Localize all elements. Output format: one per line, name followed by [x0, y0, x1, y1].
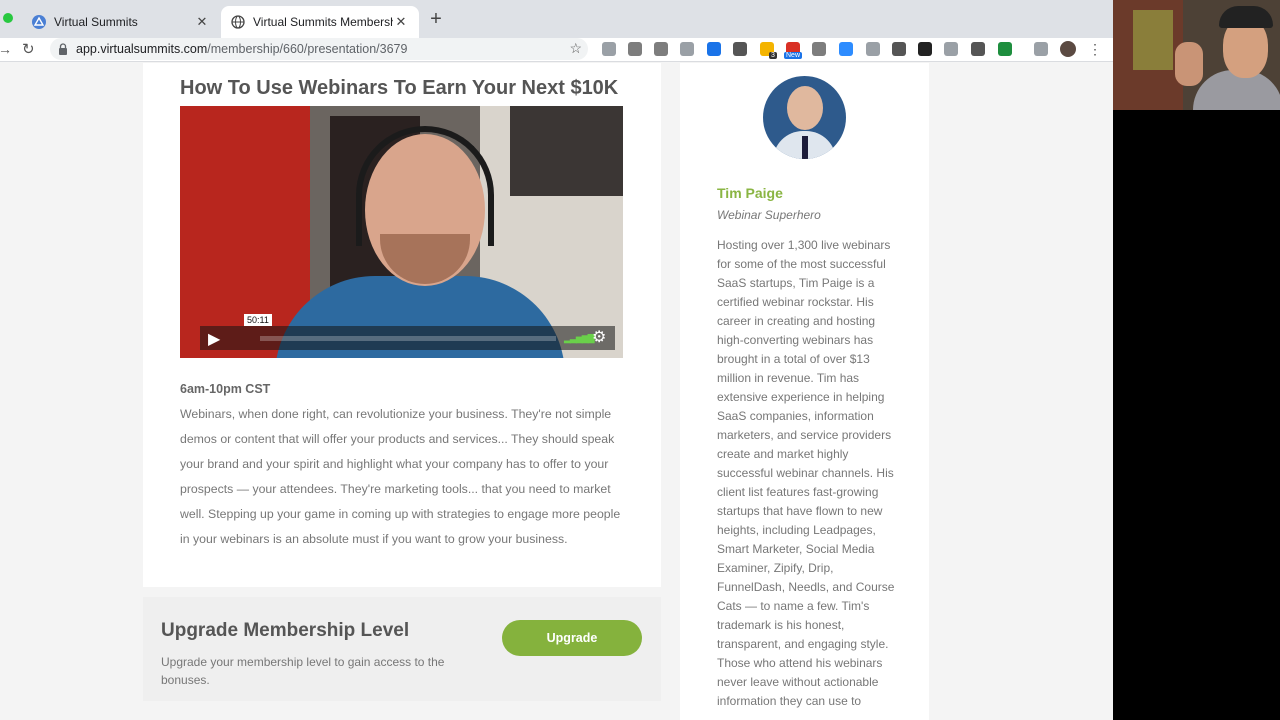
talk-description: Webinars, when done right, can revolutio…: [180, 407, 621, 546]
w2-ext-icon[interactable]: [812, 42, 826, 56]
browser-toolbar: → ↻ app.virtualsummits.com/membership/66…: [0, 38, 1113, 62]
w3-ext-icon[interactable]: [971, 42, 985, 56]
menu-icon[interactable]: ⋮: [1088, 42, 1102, 56]
address-bar[interactable]: app.virtualsummits.com/membership/660/pr…: [50, 38, 588, 60]
video-progress-bar[interactable]: [260, 336, 556, 341]
extension-badge-new: New: [784, 52, 803, 59]
playlist-ext-icon[interactable]: [1034, 42, 1048, 56]
close-icon[interactable]: ✕: [393, 14, 409, 30]
speaker-avatar: [763, 76, 846, 159]
new-tab-button[interactable]: +: [426, 9, 446, 29]
url-path: /membership/660/presentation/3679: [207, 42, 408, 56]
zoom-icon[interactable]: [839, 42, 853, 56]
tab-virtual-summits-membership[interactable]: Virtual Summits Membership ✕: [221, 6, 419, 38]
profile-avatar[interactable]: [1060, 41, 1076, 57]
upgrade-card: Upgrade Membership Level Upgrade your me…: [143, 597, 661, 701]
video-time-tooltip: 50:11: [244, 314, 272, 326]
tab-virtual-summits[interactable]: Virtual Summits ✕: [22, 6, 220, 38]
forward-arrow-icon[interactable]: →: [0, 41, 12, 57]
globe-icon: [231, 15, 245, 29]
video-controls: ▶ 50:11 ▂▃▅▆▇ ⚙: [200, 314, 615, 350]
speaker-card: Tim Paige Webinar Superhero Hosting over…: [680, 63, 929, 720]
url-text: app.virtualsummits.com/membership/660/pr…: [76, 42, 407, 56]
close-icon[interactable]: ✕: [194, 14, 210, 30]
volume-icon[interactable]: ▂▃▅▆▇: [564, 333, 595, 344]
calendar-ext-icon[interactable]: [944, 42, 958, 56]
speaker-bio: Hosting over 1,300 live webinars for som…: [717, 238, 895, 708]
webcam-frame: [1133, 10, 1173, 70]
facebook-icon[interactable]: [892, 42, 906, 56]
avatar-tie: [802, 136, 808, 159]
schedule-time: 6am-10pm CST: [180, 382, 271, 396]
w-ext-icon[interactable]: [654, 42, 668, 56]
gear-icon[interactable]: ⚙: [592, 327, 606, 347]
page-title: How To Use Webinars To Earn Your Next $1…: [180, 77, 619, 99]
speaker-role: Webinar Superhero: [717, 208, 821, 222]
blue-ext-icon[interactable]: [707, 42, 721, 56]
play-icon[interactable]: ▶: [208, 329, 220, 349]
presentation-card: How To Use Webinars To Earn Your Next $1…: [143, 63, 661, 587]
tab-title: Virtual Summits: [54, 15, 138, 29]
upgrade-title: Upgrade Membership Level: [161, 620, 410, 641]
window-maximize-button[interactable]: [3, 13, 13, 23]
buffer-icon[interactable]: [918, 42, 932, 56]
virtual-summits-favicon-icon: [32, 15, 46, 29]
speaker-name: Tim Paige: [717, 185, 783, 201]
webcam-overlay: [1113, 0, 1280, 110]
tab-strip: Virtual Summits ✕ Virtual Summits Member…: [0, 0, 1113, 38]
webcam-frame: [1175, 42, 1203, 86]
webcam-frame: [1219, 6, 1273, 28]
dropbox-icon[interactable]: [628, 42, 642, 56]
lock-icon: [59, 43, 67, 55]
circle-ext-icon[interactable]: [733, 42, 747, 56]
avatar-face: [787, 86, 823, 130]
b-ext-icon[interactable]: [680, 42, 694, 56]
code-ext-icon[interactable]: [602, 42, 616, 56]
search-ext-icon[interactable]: [998, 42, 1012, 56]
video-player[interactable]: ▶ 50:11 ▂▃▅▆▇ ⚙: [180, 106, 623, 358]
url-host: app.virtualsummits.com: [76, 42, 208, 56]
upgrade-button[interactable]: Upgrade: [502, 620, 642, 656]
reload-icon[interactable]: ↻: [22, 40, 35, 58]
video-frame: [510, 106, 623, 196]
tab-title: Virtual Summits Membership: [253, 15, 393, 29]
page-content: How To Use Webinars To Earn Your Next $1…: [0, 63, 1113, 720]
browser-window: Virtual Summits ✕ Virtual Summits Member…: [0, 0, 1113, 720]
bookmark-star-icon[interactable]: ☆: [569, 40, 582, 57]
extension-badge-3: 3: [769, 52, 777, 59]
video-frame: [356, 126, 494, 246]
e-ext-icon[interactable]: [866, 42, 880, 56]
upgrade-text: Upgrade your membership level to gain ac…: [161, 655, 445, 687]
